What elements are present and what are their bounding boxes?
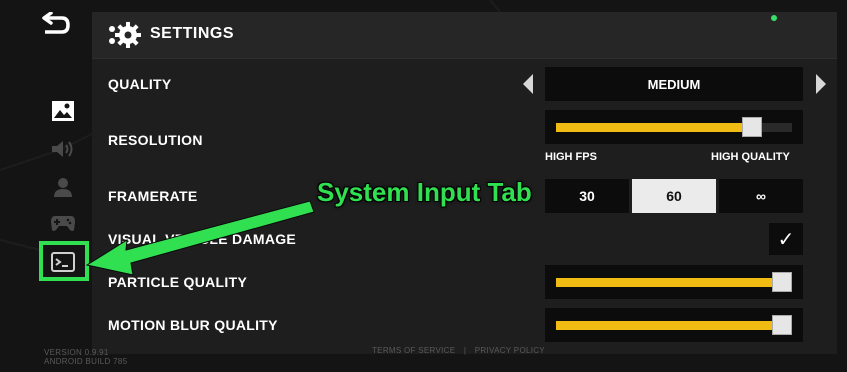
- panel-header: SETTINGS: [92, 12, 837, 59]
- particle-quality-label: PARTICLE QUALITY: [108, 274, 248, 290]
- framerate-option-30[interactable]: 30: [545, 179, 629, 213]
- vehicle-damage-label: VISUAL VEHICLE DAMAGE: [108, 231, 297, 247]
- motion-blur-label: MOTION BLUR QUALITY: [108, 317, 278, 333]
- framerate-label: FRAMERATE: [108, 188, 198, 204]
- gamepad-icon: [51, 216, 75, 231]
- gear-icon: [109, 22, 141, 48]
- resolution-max-label: HIGH QUALITY: [711, 151, 790, 163]
- slider-track: [556, 117, 792, 137]
- back-arrow-icon: [42, 11, 70, 34]
- image-icon: [52, 101, 74, 121]
- page-title: SETTINGS: [150, 25, 235, 42]
- privacy-link[interactable]: PRIVACY POLICY: [475, 346, 545, 355]
- quality-prev-button[interactable]: [521, 73, 535, 95]
- slider-track: [556, 315, 792, 335]
- sidebar-item-account[interactable]: [42, 170, 84, 204]
- slider-track: [556, 272, 792, 292]
- version-text: VERSION 0.9.91: [44, 348, 109, 357]
- annotation-highlight-box: [39, 241, 89, 281]
- slider-thumb[interactable]: [772, 272, 792, 292]
- quality-label: QUALITY: [108, 76, 172, 92]
- resolution-min-label: HIGH FPS: [545, 151, 597, 163]
- checkmark-icon: ✓: [777, 228, 795, 251]
- terms-link[interactable]: TERMS OF SERVICE: [372, 346, 455, 355]
- particle-quality-slider[interactable]: [545, 265, 803, 299]
- status-dot: [771, 15, 777, 21]
- slider-thumb[interactable]: [742, 117, 762, 137]
- speaker-icon: [52, 141, 73, 157]
- framerate-option-60[interactable]: 60: [632, 179, 716, 213]
- footer-separator: |: [463, 346, 467, 355]
- vehicle-damage-checkbox[interactable]: ✓: [769, 223, 803, 255]
- quality-next-button[interactable]: [814, 73, 828, 95]
- sidebar-item-audio[interactable]: [42, 132, 84, 166]
- annotation-label: System Input Tab: [317, 177, 532, 207]
- resolution-slider[interactable]: [545, 110, 803, 144]
- resolution-label: RESOLUTION: [108, 132, 203, 148]
- motion-blur-slider[interactable]: [545, 308, 803, 342]
- framerate-option-unlimited[interactable]: ∞: [719, 179, 803, 213]
- version-info: VERSION 0.9.91 ANDROID BUILD 785: [44, 348, 127, 366]
- sidebar-item-controls[interactable]: [42, 206, 84, 240]
- slider-fill: [556, 321, 792, 330]
- quality-value: MEDIUM: [545, 67, 803, 101]
- slider-fill: [556, 278, 792, 287]
- footer-links: TERMS OF SERVICE | PRIVACY POLICY: [372, 346, 545, 355]
- slider-fill: [556, 123, 752, 132]
- slider-thumb[interactable]: [772, 315, 792, 335]
- back-button[interactable]: [40, 11, 72, 40]
- build-text: ANDROID BUILD 785: [44, 357, 128, 366]
- person-icon: [54, 178, 72, 197]
- sidebar-item-graphics[interactable]: [42, 94, 84, 128]
